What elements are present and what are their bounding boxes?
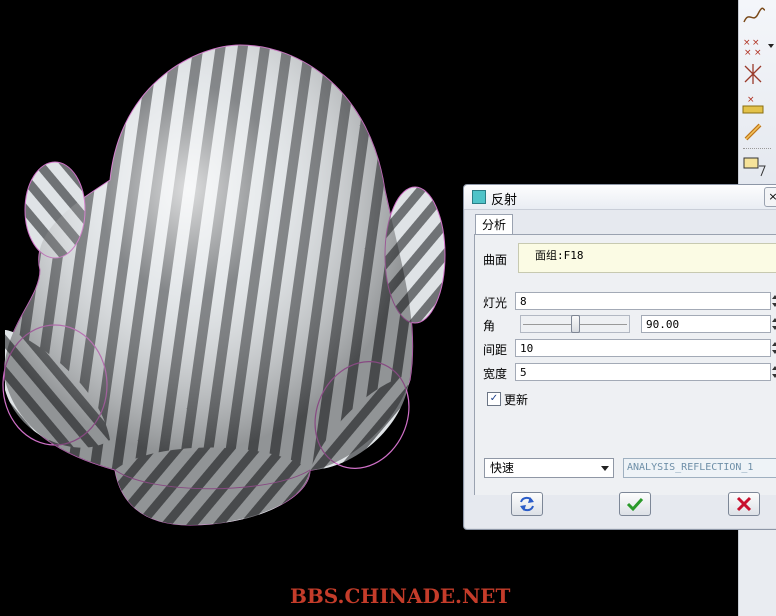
update-checkbox[interactable]: ✓	[487, 392, 501, 406]
width-field[interactable]: 5	[515, 363, 776, 381]
width-spinner[interactable]	[770, 363, 776, 381]
angle-label: 角	[483, 319, 496, 333]
analysis-name-field[interactable]: ANALYSIS_REFLECTION_1	[623, 458, 776, 478]
note-icon[interactable]	[741, 154, 767, 178]
mode-dropdown[interactable]: 快速	[484, 458, 614, 478]
refresh-icon	[520, 496, 534, 512]
reflection-dialog: 反射 × 分析 曲面 面组:F18 灯光 8 角 90.00 间距 10 宽度 …	[463, 184, 776, 530]
svg-text:×: ×	[747, 95, 755, 105]
coordinate-system-icon[interactable]: ×	[741, 92, 767, 116]
watermark-text: BBS.CHINADE.NET	[290, 584, 511, 608]
right-toolbar: × × × × ×	[738, 0, 776, 190]
spacing-field[interactable]: 10	[515, 339, 776, 357]
x-icon	[736, 496, 752, 512]
curve-icon[interactable]	[741, 4, 767, 28]
refresh-button[interactable]	[511, 492, 543, 516]
mode-selected: 快速	[490, 461, 515, 475]
update-label: 更新	[504, 393, 529, 407]
check-icon	[626, 497, 644, 512]
spacing-label: 间距	[483, 343, 508, 357]
ok-button[interactable]	[619, 492, 651, 516]
analysis-panel: 曲面 面组:F18 灯光 8 角 90.00 间距 10 宽度 5 ✓ 更新 快…	[474, 234, 776, 495]
svg-text:×: ×	[752, 38, 760, 48]
close-button[interactable]: ×	[764, 187, 776, 207]
toolbar-separator	[743, 148, 771, 149]
width-label: 宽度	[483, 367, 508, 381]
angle-spinner[interactable]	[770, 315, 776, 333]
surface-value: 面组:F18	[535, 249, 584, 262]
dialog-titlebar[interactable]: 反射 ×	[464, 185, 776, 210]
cancel-button[interactable]	[728, 492, 760, 516]
slider-thumb[interactable]	[571, 315, 580, 333]
surface-label: 曲面	[483, 253, 508, 267]
chain-icon[interactable]	[741, 120, 767, 144]
axis-icon[interactable]	[741, 62, 767, 86]
spacing-spinner[interactable]	[770, 339, 776, 357]
angle-slider[interactable]	[520, 315, 630, 333]
chevron-down-icon	[601, 466, 609, 471]
angle-field[interactable]: 90.00	[641, 315, 776, 333]
light-label: 灯光	[483, 296, 508, 310]
svg-text:×: ×	[754, 48, 762, 58]
light-spinner[interactable]	[770, 292, 776, 310]
svg-text:×: ×	[743, 38, 751, 48]
light-field[interactable]: 8	[515, 292, 776, 310]
dialog-title: 反射	[491, 193, 518, 208]
dialog-icon	[472, 190, 486, 204]
tab-analysis[interactable]: 分析	[475, 214, 513, 235]
surface-collector[interactable]: 面组:F18	[518, 243, 776, 273]
points-icon[interactable]: × × × ×	[741, 34, 774, 58]
svg-text:×: ×	[744, 48, 752, 58]
